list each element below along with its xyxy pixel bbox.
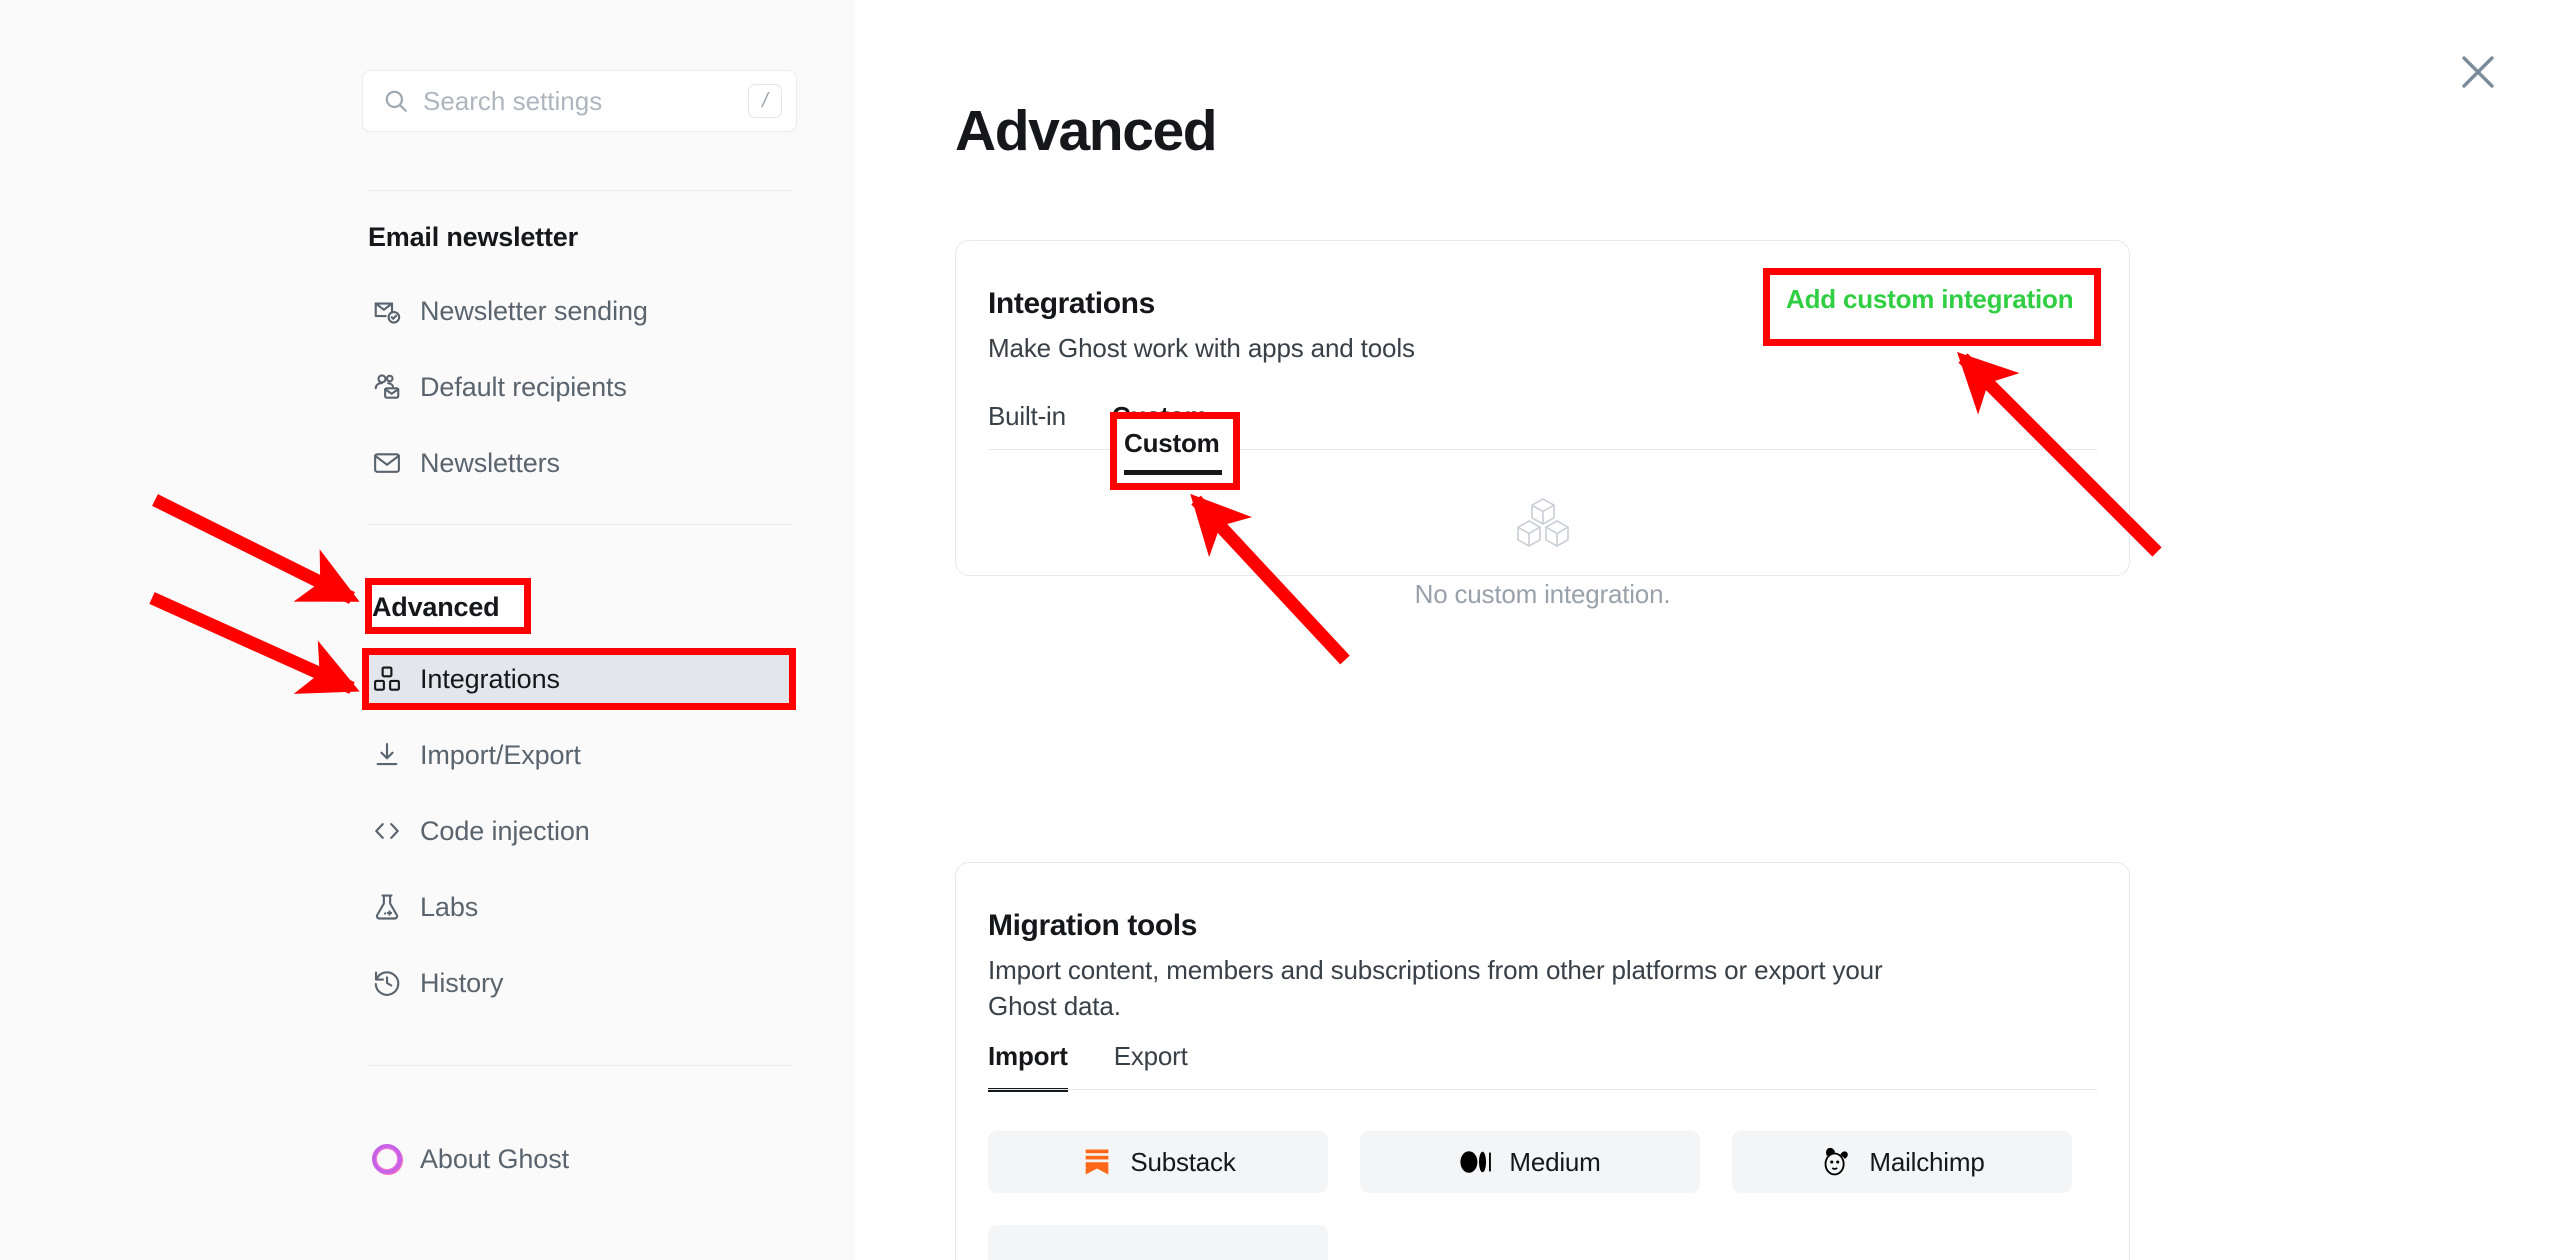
search-shortcut-badge: /	[748, 84, 782, 118]
search-container: /	[362, 70, 797, 132]
integrations-card-title: Integrations	[988, 287, 1155, 320]
annotation-overlay-custom-tab-label: Custom	[1124, 428, 1220, 458]
import-mailchimp-button[interactable]: Mailchimp	[1732, 1131, 2072, 1193]
sidebar-item-newsletter-sending[interactable]: Newsletter sending	[362, 284, 796, 338]
sidebar-item-label: Code injection	[420, 815, 590, 846]
tab-built-in[interactable]: Built-in	[988, 401, 1066, 452]
flask-icon	[372, 892, 402, 922]
sidebar-item-about-ghost[interactable]: About Ghost	[362, 1132, 796, 1186]
integrations-empty-text: No custom integration.	[1414, 579, 1671, 609]
sidebar-divider-top	[368, 190, 792, 191]
mail-check-icon	[372, 296, 402, 326]
search-input[interactable]	[423, 85, 748, 117]
integrations-empty-state: No custom integration.	[956, 493, 2129, 610]
migration-tools-card: Migration tools Import content, members …	[955, 862, 2130, 1260]
annotation-overlay-add-custom-integration-label: Add custom integration	[1786, 284, 2074, 314]
annotation-overlay-advanced-label: Advanced	[372, 592, 500, 622]
tab-import[interactable]: Import	[988, 1041, 1068, 1092]
sidebar-item-default-recipients[interactable]: Default recipients	[362, 360, 796, 414]
code-brackets-icon	[372, 816, 402, 846]
page-title: Advanced	[955, 99, 1218, 163]
annotation-overlay-custom-tab-underline	[1124, 470, 1222, 475]
sidebar-item-label: About Ghost	[420, 1143, 569, 1174]
blocks-icon	[372, 664, 402, 694]
sidebar-item-label: Newsletters	[420, 447, 560, 478]
search-box[interactable]: /	[362, 70, 797, 132]
tab-export[interactable]: Export	[1114, 1041, 1188, 1092]
search-icon	[383, 88, 409, 114]
platform-label: Substack	[1130, 1146, 1236, 1177]
sidebar-item-import-export[interactable]: Import/Export	[362, 728, 796, 782]
settings-sidebar: / Email newsletter Newsletter sending	[0, 0, 855, 1260]
sidebar-item-newsletters[interactable]: Newsletters	[362, 436, 796, 490]
import-substack-button[interactable]: Substack	[988, 1131, 1328, 1193]
mailchimp-icon	[1819, 1145, 1853, 1179]
medium-icon	[1459, 1145, 1493, 1179]
sidebar-item-label: Default recipients	[420, 371, 627, 402]
ghost-logo-icon	[372, 1144, 402, 1174]
sidebar-group-title-email-newsletter: Email newsletter	[368, 222, 578, 252]
sidebar-item-code-injection[interactable]: Code injection	[362, 804, 796, 858]
sidebar-item-integrations[interactable]: Integrations	[362, 652, 796, 706]
migration-card-subtitle: Import content, members and subscription…	[988, 955, 1883, 1021]
integrations-card-subtitle: Make Ghost work with apps and tools	[988, 333, 1415, 363]
import-medium-button[interactable]: Medium	[1360, 1131, 1700, 1193]
sidebar-item-label: Import/Export	[420, 739, 581, 770]
sidebar-item-labs[interactable]: Labs	[362, 880, 796, 934]
screen-root: / Email newsletter Newsletter sending	[0, 0, 2560, 1260]
migration-tabs: Import Export	[988, 1041, 1234, 1092]
sidebar-item-label: Labs	[420, 891, 479, 922]
sidebar-item-history[interactable]: History	[362, 956, 796, 1010]
import-platform-row: Substack Medium Mailchimp	[988, 1131, 2072, 1193]
platform-label: Mailchimp	[1869, 1146, 1985, 1177]
main-content: Advanced Integrations Make Ghost work wi…	[855, 0, 2560, 1260]
users-mail-icon	[372, 372, 402, 402]
sidebar-item-label: Newsletter sending	[420, 295, 648, 326]
substack-icon	[1080, 1145, 1114, 1179]
sidebar-item-label: History	[420, 967, 504, 998]
platform-label: Medium	[1509, 1146, 1601, 1177]
clock-rewind-icon	[372, 968, 402, 998]
import-platform-row-next-partial[interactable]	[988, 1225, 1328, 1260]
sidebar-divider-advanced	[368, 524, 792, 525]
sidebar-divider-footer	[368, 1065, 792, 1066]
download-icon	[372, 740, 402, 770]
envelope-icon	[372, 448, 402, 478]
sidebar-item-label: Integrations	[420, 663, 560, 694]
migration-card-title: Migration tools	[988, 909, 1197, 942]
close-icon[interactable]	[2454, 48, 2502, 96]
cubes-icon	[1511, 493, 1575, 557]
migration-tabs-rule	[988, 1089, 2097, 1090]
